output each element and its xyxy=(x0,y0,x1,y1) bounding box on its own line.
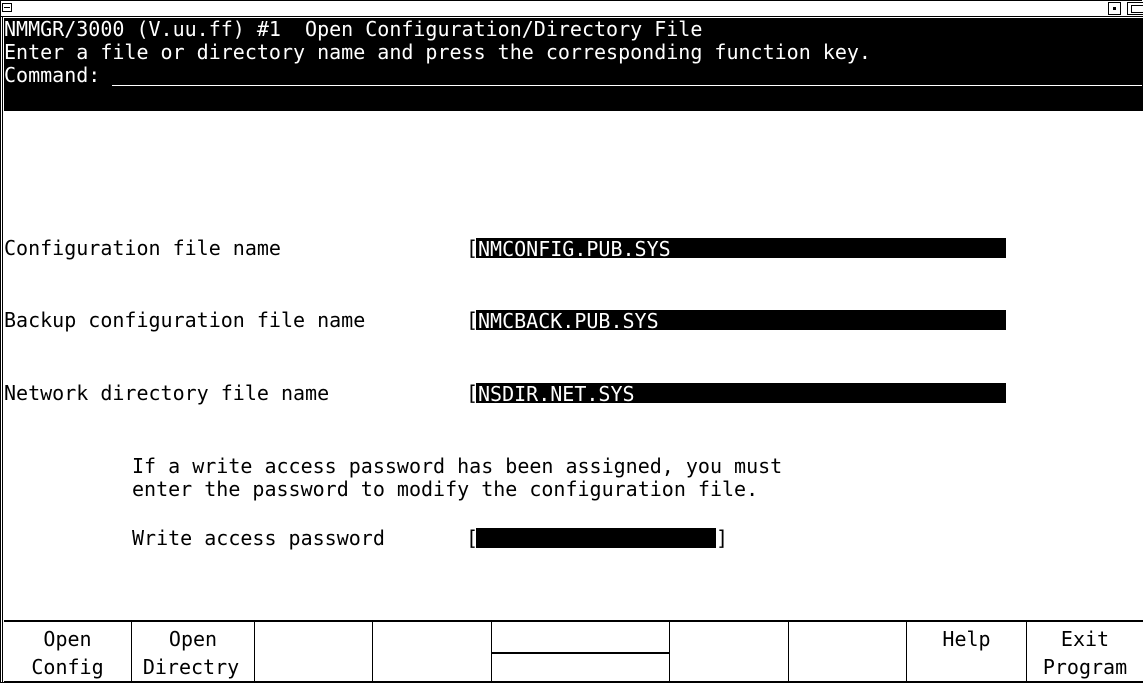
fkey-4[interactable] xyxy=(373,622,492,683)
password-note-line2: enter the password to modify the configu… xyxy=(132,477,759,501)
window-left-border xyxy=(0,17,3,683)
function-key-bar: Open Config Open Directry Help Exit Prog… xyxy=(4,620,1143,683)
fkey-label-line1: Exit xyxy=(1060,627,1110,651)
config-file-label: Configuration file name xyxy=(4,236,281,260)
screen-title: NMMGR/3000 (V.uu.ff) #1 Open Configurati… xyxy=(4,17,703,41)
fkey-help[interactable]: Help xyxy=(907,622,1027,683)
fkey-3[interactable] xyxy=(255,622,373,683)
command-label: Command: xyxy=(4,63,101,87)
fkey-open-config[interactable]: Open Config xyxy=(4,622,132,683)
password-input[interactable] xyxy=(476,528,716,548)
netdir-file-input[interactable]: NSDIR.NET.SYS xyxy=(476,383,1006,405)
backup-file-input[interactable]: NMCBACK.PUB.SYS xyxy=(476,310,1006,332)
config-file-field[interactable]: [ NMCONFIG.PUB.SYS ] xyxy=(466,236,1009,260)
window-title-bar xyxy=(0,0,1143,17)
minimize-icon[interactable] xyxy=(1108,2,1121,15)
fkey-open-directory[interactable]: Open Directry xyxy=(132,622,255,683)
password-label: Write access password xyxy=(132,526,385,550)
backup-file-field[interactable]: [ NMCBACK.PUB.SYS ] xyxy=(466,308,1009,332)
field-close-bracket: ] xyxy=(996,308,1009,332)
field-close-bracket: ] xyxy=(996,236,1009,260)
password-note-line1: If a write access password has been assi… xyxy=(132,454,783,478)
instruction-text: Enter a file or directory name and press… xyxy=(4,40,871,64)
config-file-input[interactable]: NMCONFIG.PUB.SYS xyxy=(476,238,1006,260)
fkey-6[interactable] xyxy=(670,622,789,683)
field-close-bracket: ] xyxy=(996,381,1009,405)
netdir-file-label: Network directory file name xyxy=(4,381,330,405)
field-close-bracket: ] xyxy=(716,526,729,550)
maximize-icon[interactable] xyxy=(1127,2,1143,15)
fkey-label-line2: Program xyxy=(1042,655,1128,679)
fkey-7[interactable] xyxy=(789,622,907,683)
fkey-label-line1: Open xyxy=(168,627,218,651)
fkey-divider xyxy=(492,652,669,654)
backup-file-label: Backup configuration file name xyxy=(4,308,366,332)
fkey-label-line1: Help xyxy=(942,627,991,651)
screen-header: NMMGR/3000 (V.uu.ff) #1 Open Configurati… xyxy=(4,18,1143,111)
fkey-label-line1: Open xyxy=(43,627,92,651)
command-input[interactable] xyxy=(112,64,1142,86)
fkey-label-line2: Config xyxy=(31,655,104,679)
password-field[interactable]: [ ] xyxy=(466,527,728,549)
fkey-label-line2: Directry xyxy=(142,655,240,679)
netdir-file-field[interactable]: [ NSDIR.NET.SYS ] xyxy=(466,381,1009,405)
fkey-exit-program[interactable]: Exit Program xyxy=(1027,622,1143,683)
window-menu-icon[interactable] xyxy=(2,3,12,12)
fkey-5[interactable] xyxy=(492,622,670,683)
